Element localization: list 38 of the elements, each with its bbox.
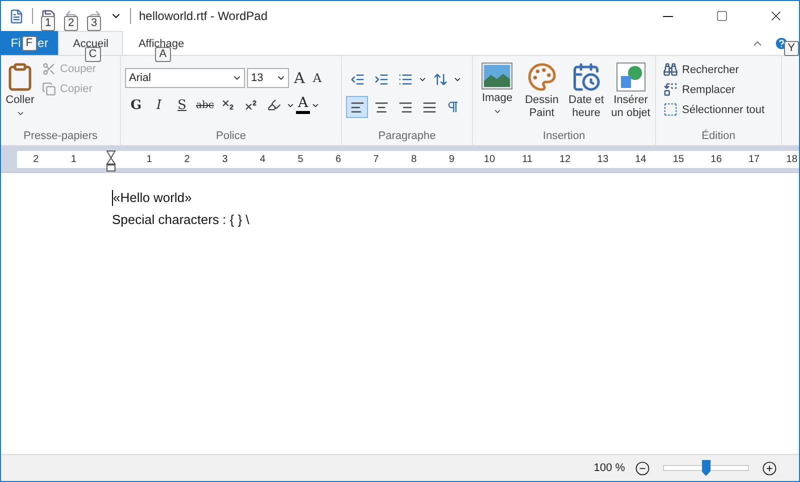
ruler-number: 1 [146,154,152,164]
ruler-number: 9 [448,154,454,164]
ruler-number: 16 [710,154,722,164]
ruler-number: 1 [70,154,76,164]
document-text: «Hello world» [113,189,192,207]
keytip-tooltip: 1 [41,16,56,30]
ruler-number: 2 [33,154,39,164]
document-text: Special characters : { } \ [112,211,250,229]
ruler-number: 17 [748,154,760,164]
group-title: Presse-papiers [22,129,98,143]
ruler-number: 4 [260,154,266,164]
ruler-number: 11 [522,154,532,164]
ruler-number: 12 [559,154,571,164]
zoom-level: 100 % [594,462,625,474]
ruler-number: 2 [184,154,190,164]
group-title: Insertion [542,129,586,143]
keytip: Y [784,41,799,56]
keytip: A [155,47,171,62]
group-title: Paragraphe [377,129,437,143]
ruler-number: 8 [411,154,417,164]
tab-label: Fi [10,36,21,50]
ruler-number: 7 [373,154,379,164]
ruler-number: 6 [335,154,342,164]
group-title: Édition [700,129,736,143]
ruler-number: 13 [597,154,608,164]
ruler-number: 18 [786,154,798,164]
tab-label: er [38,36,48,50]
keytip-tooltip: 3 [87,16,102,30]
keytip: F [22,36,37,50]
ruler-number: 15 [672,154,684,164]
group-title: Police [215,129,247,143]
ruler-number: 3 [222,154,228,164]
ruler-number: 5 [298,154,304,164]
keytip: C [84,47,101,62]
ruler-number: 14 [635,154,646,164]
window-title: helloworld.rtf - WordPad [139,9,268,23]
keytip-tooltip: 2 [64,16,78,30]
ruler-number: 10 [484,154,496,164]
